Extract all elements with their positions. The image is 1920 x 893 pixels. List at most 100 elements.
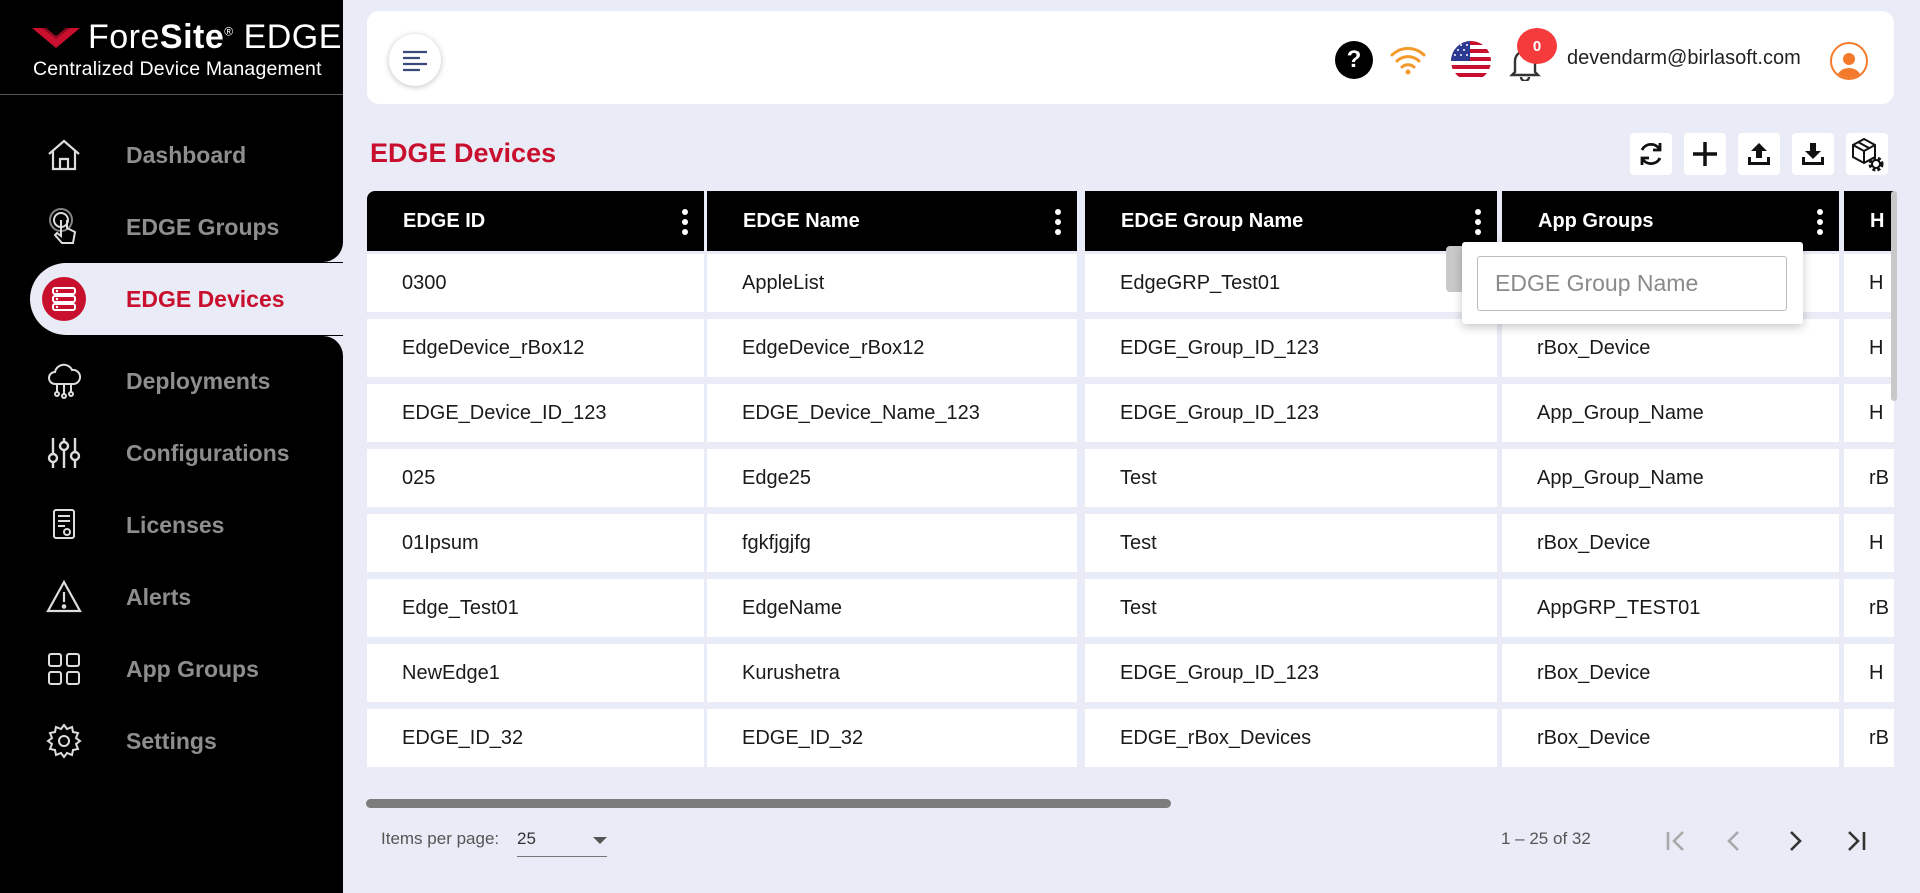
edge-group-name-filter-input[interactable] [1477, 256, 1787, 311]
table-row[interactable]: 01Ipsum fgkfjgjfg Test rBox_Device H [367, 514, 1894, 572]
warning-icon [42, 575, 86, 619]
items-per-page-label: Items per page: [381, 829, 500, 848]
column-header-truncated[interactable]: H [1844, 191, 1894, 251]
table-cell: EDGE_Group_ID_123 [1085, 644, 1497, 702]
server-icon [42, 277, 86, 321]
page-title: EDGE Devices [370, 138, 557, 168]
table-cell: EDGE_Group_ID_123 [1085, 384, 1497, 442]
sidebar-item-label: Settings [126, 727, 217, 754]
table-cell: Edge_Test01 [367, 579, 704, 637]
sidebar-item-alerts[interactable]: Alerts [30, 561, 343, 633]
sidebar-item-label: Dashboard [126, 141, 247, 168]
table-cell: rB [1844, 579, 1894, 637]
sidebar-item-edge-groups[interactable]: EDGE Groups [30, 191, 343, 263]
first-page-button[interactable] [1656, 823, 1696, 859]
table-cell: EDGE_ID_32 [707, 709, 1077, 767]
table-cell: H [1844, 514, 1894, 572]
column-header-label: App Groups [1538, 209, 1654, 232]
items-per-page-select[interactable]: 25 [517, 827, 607, 857]
next-page-button[interactable] [1775, 823, 1815, 859]
table-cell: Test [1085, 579, 1497, 637]
brand-name: ForeSite® EDGE [88, 18, 342, 56]
us-flag-icon[interactable] [1451, 41, 1491, 81]
horizontal-scrollbar[interactable] [366, 799, 1171, 808]
sidebar-item-deployments[interactable]: Deployments [30, 345, 343, 417]
column-header-label: EDGE ID [403, 209, 486, 232]
user-email[interactable]: devendarm@birlasoft.com [1567, 47, 1801, 70]
paginator: Items per page: 25 1 – 25 of 32 [367, 811, 1894, 871]
refresh-button[interactable] [1630, 133, 1672, 175]
column-header-edge-name[interactable]: EDGE Name [707, 191, 1077, 251]
logo-mark-icon [32, 28, 80, 48]
table-cell: rBox_Device [1502, 709, 1839, 767]
column-menu-icon[interactable] [1055, 209, 1061, 235]
hamburger-icon [403, 50, 427, 72]
plus-icon [1693, 142, 1717, 166]
chevron-down-icon [593, 837, 607, 844]
table-cell: AppleList [707, 254, 1077, 312]
sidebar-item-licenses[interactable]: Licenses [30, 489, 343, 561]
table-cell: AppGRP_TEST01 [1502, 579, 1839, 637]
column-menu-icon[interactable] [1817, 209, 1823, 235]
table-cell: 01Ipsum [367, 514, 704, 572]
table-cell: EDGE_rBox_Devices [1085, 709, 1497, 767]
touch-icon [42, 205, 86, 249]
sidebar-item-dashboard[interactable]: Dashboard [30, 119, 343, 191]
column-header-label: EDGE Group Name [1121, 209, 1304, 232]
column-filter-popup [1462, 242, 1803, 324]
brand-subtitle: Centralized Device Management [33, 58, 322, 80]
column-menu-icon[interactable] [682, 209, 688, 235]
table-cell: 0300 [367, 254, 704, 312]
table-cell: rB [1844, 709, 1894, 767]
sidebar-item-edge-devices[interactable]: EDGE Devices [30, 263, 343, 335]
table-cell: rBox_Device [1502, 644, 1839, 702]
table-cell: EdgeGRP_Test01 [1085, 254, 1497, 312]
menu-toggle-button[interactable] [389, 34, 441, 86]
table-cell: 025 [367, 449, 704, 507]
wifi-icon[interactable] [1389, 43, 1427, 77]
table-cell: EDGE_ID_32 [367, 709, 704, 767]
last-page-button[interactable] [1836, 823, 1876, 859]
column-header-label: H [1870, 209, 1885, 232]
divider [0, 94, 343, 95]
last-page-icon [1848, 831, 1866, 851]
package-settings-button[interactable] [1846, 133, 1888, 175]
table-cell: rBox_Device [1502, 514, 1839, 572]
sidebar: ForeSite® EDGE Centralized Device Manage… [0, 0, 343, 893]
table-cell: EDGE_Device_Name_123 [707, 384, 1077, 442]
table-cell: EDGE_Group_ID_123 [1085, 319, 1497, 377]
table-row[interactable]: EDGE_Device_ID_123 EDGE_Device_Name_123 ED… [367, 384, 1894, 442]
column-menu-icon[interactable] [1475, 209, 1481, 235]
download-button[interactable] [1792, 133, 1834, 175]
table-cell: H [1844, 384, 1894, 442]
user-avatar-icon[interactable] [1830, 42, 1868, 80]
table-cell: Test [1085, 449, 1497, 507]
sidebar-item-label: Licenses [126, 511, 225, 538]
table-cell: EdgeDevice_rBox12 [707, 319, 1077, 377]
sidebar-item-label: EDGE Groups [126, 213, 280, 240]
sidebar-item-settings[interactable]: Settings [30, 705, 343, 777]
previous-page-button[interactable] [1714, 823, 1754, 859]
add-device-button[interactable] [1684, 133, 1726, 175]
vertical-scrollbar[interactable] [1891, 191, 1897, 401]
table-row[interactable]: 025 Edge25 Test App_Group_Name rB [367, 449, 1894, 507]
table-row[interactable]: EDGE_ID_32 EDGE_ID_32 EDGE_rBox_Devices rBo… [367, 709, 1894, 767]
column-header-edge-id[interactable]: EDGE ID [367, 191, 704, 251]
first-page-icon [1666, 831, 1684, 851]
sidebar-item-configurations[interactable]: Configurations [30, 417, 343, 489]
chevron-left-icon [1727, 831, 1739, 851]
column-header-label: EDGE Name [743, 209, 860, 232]
cloud-network-icon [42, 359, 86, 403]
upload-button[interactable] [1738, 133, 1780, 175]
column-header-edge-group-name[interactable]: EDGE Group Name [1085, 191, 1497, 251]
table-row[interactable]: Edge_Test01 EdgeName Test AppGRP_TEST01 rB [367, 579, 1894, 637]
help-icon[interactable]: ? [1335, 41, 1373, 79]
table-row[interactable]: EdgeDevice_rBox12 EdgeDevice_rBox12 EDGE_G… [367, 319, 1894, 377]
sidebar-item-app-groups[interactable]: App Groups [30, 633, 343, 705]
table-cell: EdgeName [707, 579, 1077, 637]
sidebar-item-label: Configurations [126, 439, 290, 466]
table-cell: rBox_Device [1502, 319, 1839, 377]
table-cell: App_Group_Name [1502, 449, 1839, 507]
table-row[interactable]: NewEdge1 Kurushetra EDGE_Group_ID_123 rBox_… [367, 644, 1894, 702]
grid-icon [42, 647, 86, 691]
